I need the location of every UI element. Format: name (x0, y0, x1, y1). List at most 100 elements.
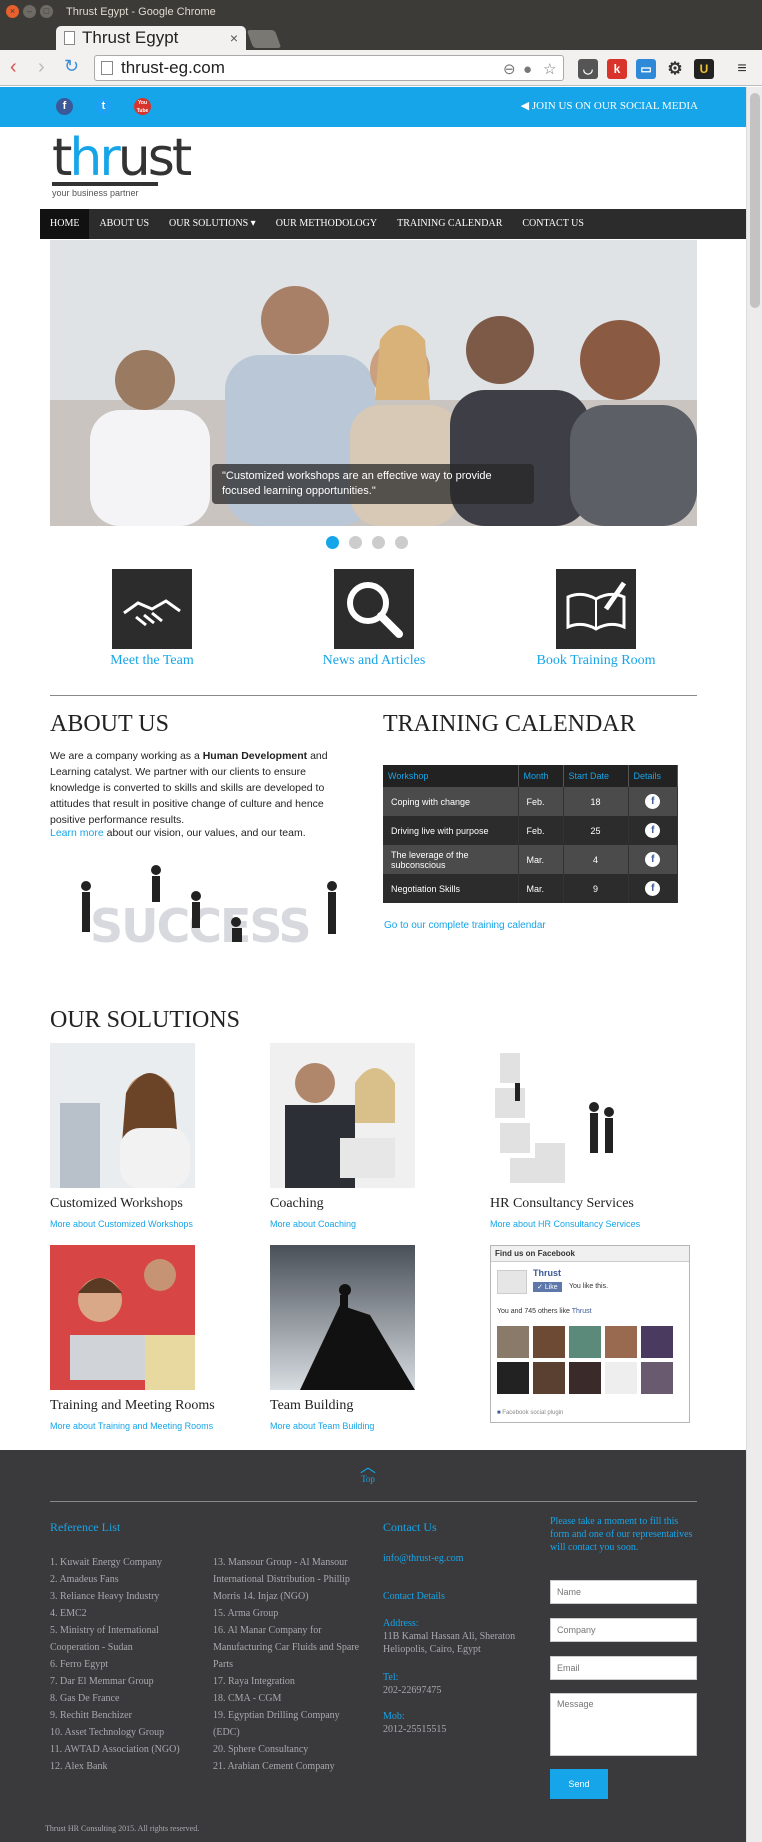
fan-avatar[interactable] (641, 1326, 673, 1358)
nav-methodology[interactable]: OUR METHODOLOGY (266, 209, 387, 239)
solution-hr-consultancy[interactable]: HR Consultancy Services More about HR Co… (490, 1043, 690, 1229)
workshop-cell: The leverage of the subconscious (383, 845, 519, 874)
name-field[interactable] (550, 1580, 697, 1604)
menu-icon[interactable]: ≡ (732, 59, 752, 79)
solution-more-link[interactable]: More about HR Consultancy Services (490, 1219, 690, 1229)
extension-u-icon[interactable]: U (694, 59, 714, 79)
maximize-window-icon[interactable]: □ (40, 5, 53, 18)
fan-avatar[interactable] (605, 1362, 637, 1394)
facebook-widget: Find us on Facebook Thrust ✓ Like You li… (490, 1245, 690, 1423)
footer-divider (50, 1501, 697, 1502)
lightbulb-icon[interactable]: ● (523, 58, 532, 82)
pocket-icon[interactable]: ◡ (578, 59, 598, 79)
scrollbar-thumb[interactable] (750, 93, 760, 308)
fan-avatar[interactable] (569, 1362, 601, 1394)
join-social-text: JOIN US ON OUR SOCIAL MEDIA (531, 100, 698, 112)
nav-training-calendar[interactable]: TRAINING CALENDAR (387, 209, 512, 239)
back-to-top[interactable]: ︿ Top (360, 1459, 377, 1485)
feature-book-room[interactable]: Book Training Room (496, 569, 696, 669)
solution-coaching[interactable]: Coaching More about Coaching (270, 1043, 470, 1229)
page-info-icon[interactable] (101, 61, 113, 75)
slider-dot[interactable] (372, 536, 385, 549)
tab-strip: Thrust Egypt × (0, 24, 762, 74)
slider-dot[interactable] (395, 536, 408, 549)
fan-avatar[interactable] (497, 1362, 529, 1394)
fan-avatar[interactable] (497, 1326, 529, 1358)
learn-more-link[interactable]: Learn more (50, 827, 104, 839)
nav-home[interactable]: HOME (40, 209, 90, 239)
reload-icon[interactable]: ↻ (64, 56, 79, 77)
table-row: Negotiation Skills Mar. 9 f (383, 874, 678, 903)
solution-title: Coaching (270, 1196, 324, 1211)
tab-title: Thrust Egypt (82, 28, 179, 47)
page-scrollbar[interactable] (746, 87, 762, 1842)
close-window-icon[interactable]: × (6, 5, 19, 18)
social-topbar: f t You Tube ◀ JOIN US ON OUR SOCIAL MED… (0, 87, 746, 127)
contact-email-link[interactable]: info@thrust-eg.com (383, 1552, 464, 1565)
chevron-up-icon: ︿ (360, 1459, 377, 1476)
facebook-details-icon[interactable]: f (645, 852, 661, 867)
youtube-icon[interactable]: You Tube (134, 98, 151, 115)
zoom-icon[interactable]: ⊖ (503, 58, 516, 82)
full-calendar-link[interactable]: Go to our complete training calendar (384, 920, 546, 931)
facebook-details-icon[interactable]: f (645, 881, 661, 896)
twitter-icon[interactable]: t (95, 98, 112, 115)
reference-item: 6. Ferro Egypt (50, 1659, 109, 1670)
solution-training-rooms[interactable]: Training and Meeting Rooms More about Tr… (50, 1245, 250, 1431)
extension-window-icon[interactable]: ▭ (636, 59, 656, 79)
solution-more-link[interactable]: More about Team Building (270, 1421, 470, 1431)
klout-icon[interactable]: k (607, 59, 627, 79)
training-calendar-table: Workshop Month Start Date Details Coping… (383, 765, 678, 903)
reference-item: 11. AWTAD Association (NGO) (50, 1744, 180, 1755)
handshake-icon (112, 569, 192, 649)
bookmark-star-icon[interactable]: ☆ (543, 58, 556, 82)
tab-close-icon[interactable]: × (230, 26, 238, 50)
send-button[interactable]: Send (550, 1769, 608, 1799)
new-tab-button[interactable] (246, 30, 282, 48)
message-field[interactable] (550, 1693, 697, 1756)
start-cell: 4 (563, 845, 629, 874)
facebook-like-count: You and 745 others like Thrust (497, 1308, 592, 1315)
slider-pagination (326, 536, 408, 549)
start-cell: 18 (563, 787, 629, 816)
settings-gear-icon[interactable]: ⚙ (665, 59, 685, 79)
solution-more-link[interactable]: More about Training and Meeting Rooms (50, 1421, 250, 1431)
facebook-details-icon[interactable]: f (645, 794, 661, 809)
solution-more-link[interactable]: More about Coaching (270, 1219, 470, 1229)
browser-tab[interactable]: Thrust Egypt × (56, 26, 246, 50)
slider-dot[interactable] (326, 536, 339, 549)
reference-item: 8. Gas De France (50, 1693, 120, 1704)
fan-avatar[interactable] (533, 1362, 565, 1394)
col-start: Start Date (563, 765, 629, 787)
minimize-window-icon[interactable]: – (23, 5, 36, 18)
hero-slider[interactable]: "Customized workshops are an effective w… (50, 240, 697, 526)
feature-news-articles[interactable]: News and Articles (274, 569, 474, 669)
fan-avatar[interactable] (569, 1326, 601, 1358)
email-field[interactable] (550, 1656, 697, 1680)
nav-contact[interactable]: CONTACT US (512, 209, 594, 239)
solution-customized-workshops[interactable]: Customized Workshops More about Customiz… (50, 1043, 250, 1229)
solution-more-link[interactable]: More about Customized Workshops (50, 1219, 250, 1229)
table-row: Driving live with purpose Feb. 25 f (383, 816, 678, 845)
forward-icon[interactable]: › (38, 56, 45, 79)
fan-avatar[interactable] (641, 1362, 673, 1394)
address-bar[interactable]: thrust-eg.com ⊖ ● ☆ (94, 55, 564, 81)
thrust-page-logo[interactable] (497, 1270, 527, 1294)
solution-team-building[interactable]: Team Building More about Team Building (270, 1245, 470, 1431)
fan-avatar[interactable] (533, 1326, 565, 1358)
nav-solutions[interactable]: OUR SOLUTIONS ▾ (159, 209, 266, 239)
facebook-details-icon[interactable]: f (645, 823, 661, 838)
about-heading: ABOUT US (50, 711, 169, 737)
facebook-icon[interactable]: f (56, 98, 73, 115)
fan-avatar[interactable] (605, 1326, 637, 1358)
nav-about[interactable]: ABOUT US (89, 209, 159, 239)
contact-heading: Contact Us (383, 1520, 437, 1534)
back-icon[interactable]: ‹ (10, 56, 17, 79)
facebook-like-button[interactable]: ✓ Like (533, 1282, 562, 1292)
slider-dot[interactable] (349, 536, 362, 549)
site-logo[interactable]: thrust your business partner (52, 132, 192, 198)
join-social-link[interactable]: ◀ JOIN US ON OUR SOCIAL MEDIA (521, 99, 698, 112)
company-field[interactable] (550, 1618, 697, 1642)
feature-meet-team[interactable]: Meet the Team (52, 569, 252, 669)
facebook-page-name[interactable]: Thrust (533, 1268, 561, 1278)
